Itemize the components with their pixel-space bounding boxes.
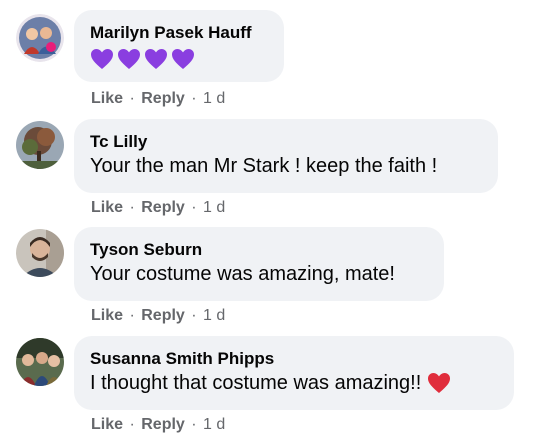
comment-author[interactable]: Tc Lilly <box>90 131 482 153</box>
comment-author[interactable]: Marilyn Pasek Hauff <box>90 22 268 44</box>
purple-heart-icon <box>118 49 140 69</box>
avatar[interactable] <box>16 121 64 169</box>
separator: · <box>125 90 140 107</box>
comment-bubble: Marilyn Pasek Hauff <box>74 10 284 82</box>
separator: · <box>186 416 202 433</box>
avatar[interactable] <box>16 338 64 386</box>
comment-bubble: Susanna Smith Phipps I thought that cost… <box>74 336 514 410</box>
purple-heart-icon <box>91 49 113 69</box>
like-button[interactable]: Like <box>91 199 123 216</box>
comment-actions: Like · Reply · 1 d <box>91 89 225 109</box>
reply-button[interactable]: Reply <box>141 307 185 324</box>
like-button[interactable]: Like <box>91 90 123 107</box>
reaction-emoji <box>90 48 268 70</box>
comment-actions: Like · Reply · 1 d <box>91 198 225 218</box>
reply-button[interactable]: Reply <box>141 416 185 433</box>
red-heart-icon <box>428 373 451 393</box>
comment-bubble: Tyson Seburn Your costume was amazing, m… <box>74 227 444 301</box>
avatar[interactable] <box>16 229 64 277</box>
comment-timestamp[interactable]: 1 d <box>203 199 225 216</box>
separator: · <box>186 199 202 216</box>
reply-button[interactable]: Reply <box>141 90 185 107</box>
separator: · <box>186 307 202 324</box>
comment-text: I thought that costume was amazing!! <box>90 372 422 394</box>
purple-heart-icon <box>172 49 194 69</box>
avatar[interactable] <box>16 14 64 62</box>
comment-actions: Like · Reply · 1 d <box>91 415 225 435</box>
comment-actions: Like · Reply · 1 d <box>91 306 225 326</box>
comment-timestamp[interactable]: 1 d <box>203 416 225 433</box>
comment-timestamp[interactable]: 1 d <box>203 90 225 107</box>
separator: · <box>125 199 140 216</box>
separator: · <box>125 416 140 433</box>
comment-author[interactable]: Tyson Seburn <box>90 239 428 261</box>
purple-heart-icon <box>145 49 167 69</box>
comment-text: Your costume was amazing, mate! <box>90 263 395 285</box>
separator: · <box>186 90 202 107</box>
comment-bubble: Tc Lilly Your the man Mr Stark ! keep th… <box>74 119 498 193</box>
comment-text: Your the man Mr Stark ! keep the faith ! <box>90 155 438 177</box>
separator: · <box>125 307 140 324</box>
comment-author[interactable]: Susanna Smith Phipps <box>90 348 498 370</box>
comment-timestamp[interactable]: 1 d <box>203 307 225 324</box>
comment-text-row: I thought that costume was amazing!! <box>90 370 498 396</box>
like-button[interactable]: Like <box>91 307 123 324</box>
like-button[interactable]: Like <box>91 416 123 433</box>
reply-button[interactable]: Reply <box>141 199 185 216</box>
